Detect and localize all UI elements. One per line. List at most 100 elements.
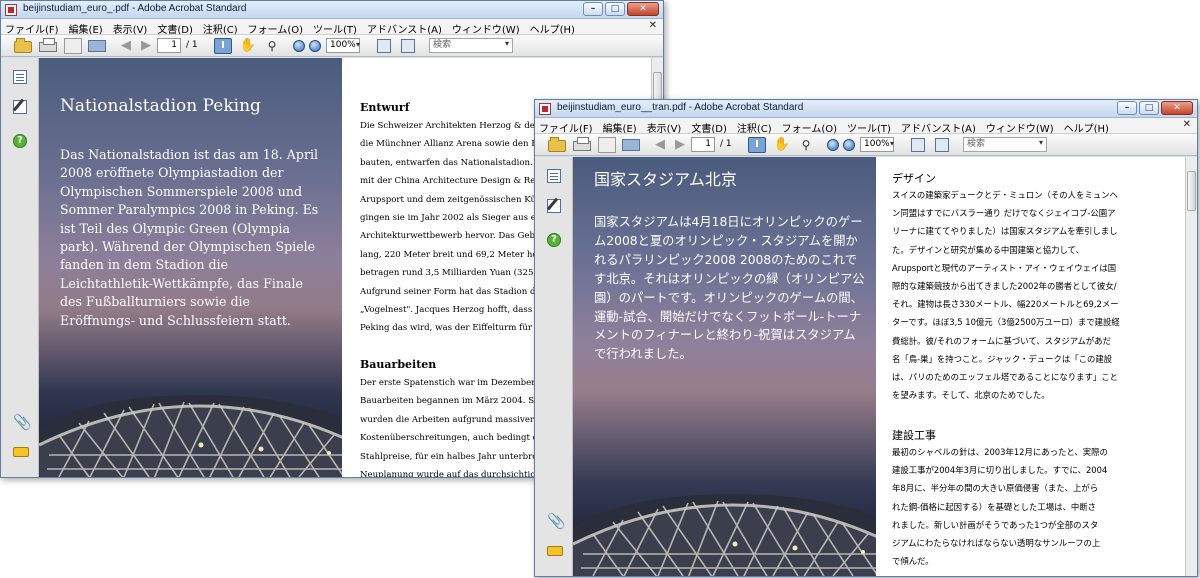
menu-comments[interactable]: 注釈(C) bbox=[203, 21, 238, 36]
photo-title: Nationalstadion Peking bbox=[60, 96, 261, 116]
pages-icon[interactable] bbox=[547, 169, 561, 183]
zoom-dropdown-icon[interactable]: ▾ bbox=[356, 40, 360, 49]
stadium-photo-panel: Nationalstadion Peking Das Nationalstadi… bbox=[39, 58, 342, 477]
document-close-icon[interactable]: ✕ bbox=[1183, 119, 1191, 130]
menu-edit[interactable]: 編集(E) bbox=[603, 120, 637, 135]
section-body-design: スイスの建築家デュークとデ・ミュロン（その人をミュンヘ ン同盟はすでにバスラー通… bbox=[892, 186, 1185, 404]
menu-advanced[interactable]: アドバンスト(A) bbox=[367, 21, 442, 36]
hand-tool-icon[interactable]: ✋ bbox=[773, 137, 791, 153]
zoom-out-icon[interactable] bbox=[293, 40, 305, 52]
search-input[interactable]: 検索 bbox=[963, 137, 1047, 152]
text-line: ジアムにわたらなければならない透明なサンルーフの上 bbox=[892, 538, 1101, 549]
zoom-in-icon[interactable] bbox=[843, 139, 855, 151]
full-screen-icon[interactable] bbox=[935, 138, 949, 152]
select-tool-icon[interactable]: I bbox=[748, 137, 766, 153]
menu-comments[interactable]: 注釈(C) bbox=[737, 120, 772, 135]
signatures-icon[interactable] bbox=[13, 100, 27, 114]
menu-file[interactable]: ファイル(F) bbox=[539, 120, 593, 135]
save-icon[interactable] bbox=[598, 137, 616, 153]
section-heading-design: デザイン bbox=[892, 172, 936, 185]
scroll-thumb[interactable] bbox=[1187, 171, 1196, 211]
email-icon[interactable] bbox=[622, 139, 640, 151]
select-tool-icon[interactable]: I bbox=[214, 38, 232, 54]
text-line: は、パリのためのエッフェル塔であることになります」こと bbox=[892, 372, 1119, 383]
zoom-dropdown-icon[interactable]: ▾ bbox=[890, 139, 894, 148]
menu-help[interactable]: ヘルプ(H) bbox=[530, 21, 575, 36]
menu-help[interactable]: ヘルプ(H) bbox=[1064, 120, 1109, 135]
page-number-input[interactable]: 1 bbox=[691, 137, 715, 152]
pages-icon[interactable] bbox=[13, 70, 27, 84]
menu-view[interactable]: 表示(V) bbox=[113, 21, 148, 36]
stadium-photo bbox=[573, 494, 876, 576]
zoom-tool-icon[interactable]: ⚲ bbox=[263, 38, 281, 54]
zoom-in-icon[interactable] bbox=[309, 40, 321, 52]
section-body-construction: 最初のシャベルの針は、2003年12月にあったと、実際の 建設工事が2004年3… bbox=[892, 443, 1185, 570]
save-icon[interactable] bbox=[64, 38, 82, 54]
document-close-icon[interactable]: ✕ bbox=[649, 20, 657, 31]
menu-forms[interactable]: フォーム(O) bbox=[248, 21, 303, 36]
menu-document[interactable]: 文書(D) bbox=[157, 21, 193, 36]
menu-advanced[interactable]: アドバンスト(A) bbox=[901, 120, 976, 135]
help-icon[interactable]: ? bbox=[13, 134, 27, 148]
menu-tools[interactable]: ツール(T) bbox=[313, 21, 357, 36]
attachments-icon[interactable]: 📎 bbox=[547, 514, 566, 529]
text-line: 建設工事が2004年3月に切り出しました。すでに、2004 bbox=[892, 465, 1108, 476]
search-input[interactable]: 検索 bbox=[429, 38, 513, 53]
hand-tool-icon[interactable]: ✋ bbox=[239, 38, 257, 54]
menu-forms[interactable]: フォーム(O) bbox=[782, 120, 837, 135]
help-icon[interactable]: ? bbox=[547, 233, 561, 247]
previous-page-icon[interactable]: ◀ bbox=[117, 38, 135, 54]
full-screen-icon[interactable] bbox=[401, 39, 415, 53]
menu-window[interactable]: ウィンドウ(W) bbox=[986, 120, 1054, 135]
previous-page-icon[interactable]: ◀ bbox=[651, 137, 669, 153]
zoom-level-field[interactable]: 100% bbox=[326, 38, 360, 53]
next-page-icon[interactable]: ▶ bbox=[137, 38, 155, 54]
minimize-button[interactable]: – bbox=[1117, 101, 1137, 115]
toolbar: ◀ ▶ 1 / 1 I ✋ ⚲ 100% ▾ 検索 bbox=[1, 35, 663, 57]
title-bar[interactable]: beijinstudiam_euro__tran.pdf - Adobe Acr… bbox=[535, 100, 1197, 118]
attachments-icon[interactable]: 📎 bbox=[13, 415, 32, 430]
open-folder-icon[interactable] bbox=[14, 38, 32, 53]
close-button[interactable]: ✕ bbox=[627, 2, 659, 16]
text-line: れました。新しい計画がそうであった1つが全部のスタ bbox=[892, 519, 1099, 530]
text-line: Arupsportと現代のアーティスト・アイ・ウェイウェイは国 bbox=[892, 262, 1117, 273]
document-view[interactable]: 国家スタジアム北京 国家スタジアムは4月18日にオリンピックのゲーム2008と夏… bbox=[573, 157, 1185, 576]
next-page-icon[interactable]: ▶ bbox=[671, 137, 689, 153]
menu-tools[interactable]: ツール(T) bbox=[847, 120, 891, 135]
comments-icon[interactable] bbox=[547, 546, 563, 556]
email-icon[interactable] bbox=[88, 40, 106, 52]
zoom-out-icon[interactable] bbox=[827, 139, 839, 151]
vertical-scrollbar[interactable] bbox=[1185, 157, 1197, 576]
close-button[interactable]: ✕ bbox=[1161, 101, 1193, 115]
menu-window[interactable]: ウィンドウ(W) bbox=[452, 21, 520, 36]
page-total: / 1 bbox=[720, 139, 732, 149]
navigation-pane: ? 📎 bbox=[535, 157, 573, 576]
fit-page-icon[interactable] bbox=[911, 138, 925, 152]
fit-page-icon[interactable] bbox=[377, 39, 391, 53]
print-icon[interactable] bbox=[39, 38, 57, 52]
text-line: 名「鳥-巣」を持つこと。ジャック・デュークは「この建設 bbox=[892, 353, 1113, 364]
signatures-icon[interactable] bbox=[547, 199, 561, 213]
text-line: 費総計。彼/それのフォームに基づいて、スタジアムがあだ bbox=[892, 335, 1112, 346]
text-line: た。デザインと研究が集める中国建築と協力して、 bbox=[892, 244, 1084, 255]
text-line: 最初のシャベルの針は、2003年12月にあったと、実際の bbox=[892, 447, 1108, 457]
minimize-button[interactable]: – bbox=[583, 2, 603, 16]
acrobat-window-japanese[interactable]: beijinstudiam_euro__tran.pdf - Adobe Acr… bbox=[534, 99, 1198, 577]
maximize-button[interactable]: □ bbox=[1139, 101, 1159, 115]
comments-icon[interactable] bbox=[13, 447, 29, 457]
menu-view[interactable]: 表示(V) bbox=[647, 120, 682, 135]
page-number-input[interactable]: 1 bbox=[157, 38, 181, 53]
title-bar[interactable]: beijinstudiam_euro_.pdf - Adobe Acrobat … bbox=[1, 1, 663, 19]
menu-bar: ファイル(F) 編集(E) 表示(V) 文書(D) 注釈(C) フォーム(O) … bbox=[535, 118, 1197, 135]
print-icon[interactable] bbox=[573, 137, 591, 151]
text-line: で傾んだ。 bbox=[892, 556, 934, 567]
zoom-tool-icon[interactable]: ⚲ bbox=[797, 137, 815, 153]
menu-document[interactable]: 文書(D) bbox=[691, 120, 727, 135]
menu-file[interactable]: ファイル(F) bbox=[5, 21, 59, 36]
section-heading-construction: 建設工事 bbox=[892, 429, 936, 442]
menu-edit[interactable]: 編集(E) bbox=[69, 21, 103, 36]
zoom-level-field[interactable]: 100% bbox=[860, 137, 894, 152]
maximize-button[interactable]: □ bbox=[605, 2, 625, 16]
text-line: ン同盟はすでにバスラー通り だけでなくジェイコブ-公園ア bbox=[892, 208, 1116, 219]
open-folder-icon[interactable] bbox=[548, 137, 566, 152]
